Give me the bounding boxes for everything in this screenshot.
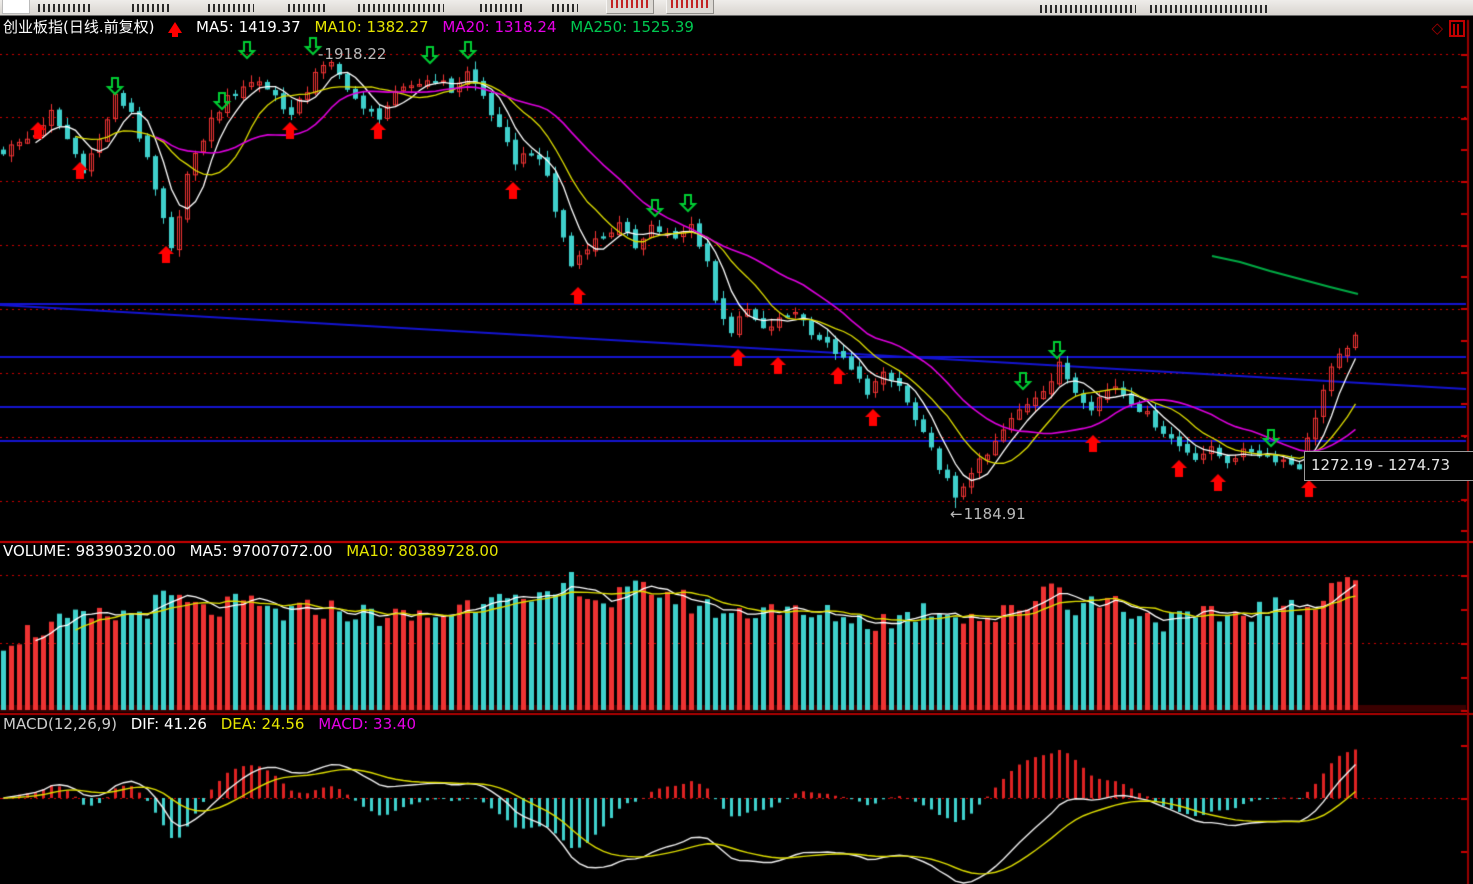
menu-item[interactable] [480,4,522,13]
app-window: { "toolbar": {"note_buttons": 2, "menu_i… [0,0,1473,884]
macd-header: MACD(12,26,9) DIF: 41.26 DEA: 24.56 MACD… [3,716,425,733]
menu-item[interactable] [132,4,170,13]
dea-value: DEA: 24.56 [221,715,305,733]
main-chart-header: 创业板指(日线.前复权) MA5: 1419.37 MA10: 1382.27 … [3,19,703,36]
volume-value: VOLUME: 98390320.00 [3,542,176,560]
volume-header: VOLUME: 98390320.00 MA5: 97007072.00 MA1… [3,543,508,560]
menu-bar [0,0,1473,16]
toolbar-right-text [1040,5,1268,15]
volume-ma5-value: MA5: 97007072.00 [190,542,333,560]
corner-icons: ◇ [1431,20,1465,37]
trough-annotation: ←1184.91 [950,505,1026,523]
volume-ma10-value: MA10: 80389728.00 [346,542,498,560]
ma20-value: MA20: 1318.24 [442,18,556,36]
peak-annotation: -1918.22 [318,45,386,63]
macd-params: MACD(12,26,9) [3,715,117,733]
ma10-value: MA10: 1382.27 [314,18,428,36]
app-logo-icon[interactable] [2,0,30,14]
menu-item[interactable] [358,4,444,13]
macd-value: MACD: 33.40 [318,715,416,733]
left-arrow-icon: ← [950,505,963,523]
trough-value: 1184.91 [964,505,1026,523]
gap-range-value: 1272.19 - 1274.73 [1311,456,1450,474]
trade-button[interactable] [606,0,654,14]
gap-range-box: 1272.19 - 1274.73 [1304,451,1473,481]
dif-value: DIF: 41.26 [131,715,207,733]
menu-item[interactable] [38,4,92,13]
up-arrow-icon [168,22,182,33]
ma250-value: MA250: 1525.39 [570,18,694,36]
ma5-value: MA5: 1419.37 [196,18,301,36]
peak-value: 1918.22 [324,45,386,63]
chart-canvas[interactable] [0,0,1473,884]
peak-connector: - [318,45,323,63]
mini-chart-icon[interactable] [1449,20,1465,37]
menu-item[interactable] [208,4,254,13]
menu-item[interactable] [552,4,578,13]
menu-item[interactable] [288,4,326,13]
symbol-title: 创业板指(日线.前复权) [3,18,154,36]
order-button[interactable] [666,0,714,14]
diamond-icon[interactable]: ◇ [1431,21,1443,36]
